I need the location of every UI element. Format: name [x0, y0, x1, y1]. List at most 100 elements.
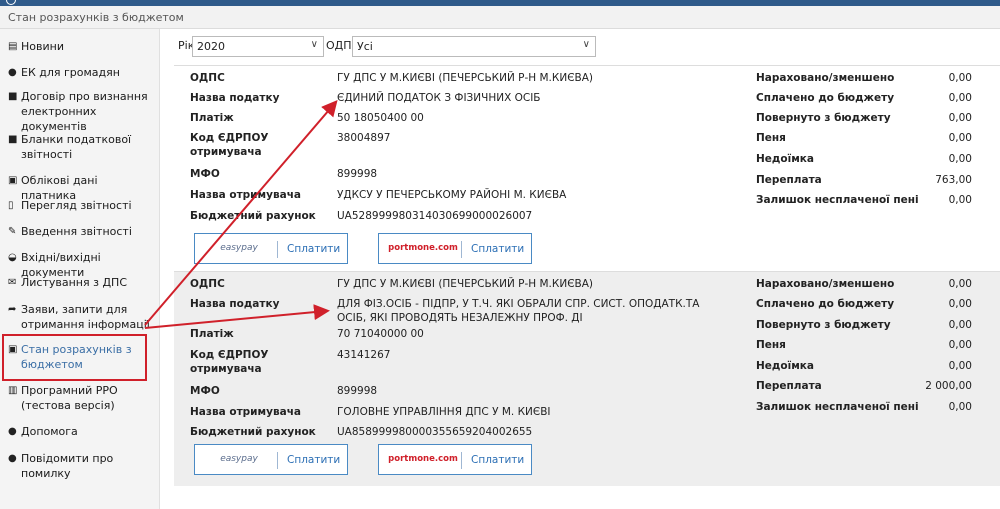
overpayment-label: Переплата	[756, 380, 822, 392]
sidebar-item-label: Заяви, запити для отримання інформації	[21, 303, 150, 331]
sidebar-item-help[interactable]: ● Допомога	[8, 424, 150, 439]
divider	[461, 241, 462, 258]
chevron-down-icon: ∨	[310, 39, 318, 50]
mfo-label: МФО	[190, 168, 220, 180]
returned-value: 0,00	[948, 319, 972, 331]
tax-record-card: ОДПС ГУ ДПС У М.КИЄВІ (ПЕЧЕРСЬКИЙ Р-Н М.…	[174, 65, 1000, 271]
paid-value: 0,00	[948, 92, 972, 104]
overpayment-value: 763,00	[935, 174, 972, 186]
newspaper-icon: ▤	[8, 41, 18, 52]
page-title: Стан розрахунків з бюджетом	[8, 11, 184, 24]
penalty-value: 0,00	[948, 339, 972, 351]
returned-label: Повернуто з бюджету	[756, 112, 891, 124]
sidebar-item-news[interactable]: ▤ Новини	[8, 39, 150, 54]
sidebar-item-label: Програмний РРО (тестова версія)	[21, 384, 118, 412]
user-icon: ●	[8, 67, 17, 78]
sidebar-item-label: Допомога	[21, 425, 78, 438]
payment-label: Платіж	[190, 112, 234, 124]
odps-value: ГУ ДПС У М.КИЄВІ (ПЕЧЕРСЬКИЙ Р-Н М.КИЄВА…	[337, 278, 594, 290]
highlight-box	[2, 334, 147, 381]
odps-value: Усі	[357, 40, 373, 53]
edrpou-value: 43141267	[337, 349, 391, 361]
pay-button[interactable]: Сплатити	[471, 243, 524, 255]
sidebar-item-label: Договір про визнання електронних докумен…	[21, 90, 148, 133]
year-select[interactable]: 2020 ∨	[192, 36, 324, 57]
pay-button[interactable]: Сплатити	[287, 454, 340, 466]
info-icon: ●	[8, 453, 17, 464]
sidebar-item-forms[interactable]: ■ Бланки податкової звітності	[8, 132, 150, 162]
unpaid-penalty-value: 0,00	[948, 401, 972, 413]
penalty-value: 0,00	[948, 132, 972, 144]
edrpou-value: 38004897	[337, 132, 391, 144]
accrued-value: 0,00	[948, 278, 972, 290]
recipient-value: УДКСУ У ПЕЧЕРСЬКОМУ РАЙОНІ М. КИЄВА	[337, 189, 567, 201]
divider	[277, 241, 278, 258]
penalty-label: Пеня	[756, 339, 786, 351]
odps-label: ОДПС	[190, 72, 225, 84]
arrears-label: Недоїмка	[756, 153, 814, 165]
accrued-label: Нараховано/зменшено	[756, 72, 895, 84]
pay-button[interactable]: Сплатити	[471, 454, 524, 466]
recipient-value: ГОЛОВНЕ УПРАВЛІННЯ ДПС У М. КИЄВІ	[337, 406, 551, 418]
recipient-label: Назва отримувача	[190, 189, 301, 201]
sidebar-item-enter-reports[interactable]: ✎ Введення звітності	[8, 224, 150, 239]
sidebar-item-report-error[interactable]: ● Повідомити про помилку	[8, 451, 150, 481]
arrears-label: Недоїмка	[756, 360, 814, 372]
sidebar-item-label: ЕК для громадян	[21, 66, 120, 79]
portmone-pay-box[interactable]: portmone.com Сплатити	[378, 233, 532, 264]
sidebar-item-label: Бланки податкової звітності	[21, 133, 132, 161]
sidebar-item-correspondence[interactable]: ✉ Листування з ДПС	[8, 275, 150, 290]
sidebar-item-label: Новини	[21, 40, 64, 53]
payment-value: 50 18050400 00	[337, 112, 424, 124]
account-value: UA858999980000355659204002655	[337, 426, 533, 438]
tax-record-card: ОДПС ГУ ДПС У М.КИЄВІ (ПЕЧЕРСЬКИЙ Р-Н М.…	[174, 271, 1000, 486]
portmone-pay-box[interactable]: portmone.com Сплатити	[378, 444, 532, 475]
easypay-pay-box[interactable]: easypay Сплатити	[194, 444, 348, 475]
sidebar-item-agreement[interactable]: ■ Договір про визнання електронних докуме…	[8, 89, 150, 134]
sidebar-item-label: Повідомити про помилку	[21, 452, 114, 480]
odps-label: ОДПС	[190, 278, 225, 290]
sidebar-item-label: Перегляд звітності	[21, 199, 132, 212]
paid-label: Сплачено до бюджету	[756, 298, 895, 310]
mfo-label: МФО	[190, 385, 220, 397]
tax-name-label: Назва податку	[190, 92, 280, 104]
odps-select[interactable]: Усі ∨	[352, 36, 596, 57]
file-icon: ▯	[8, 200, 14, 211]
arrears-value: 0,00	[948, 360, 972, 372]
unpaid-penalty-value: 0,00	[948, 194, 972, 206]
edrpou-label: Код ЄДРПОУ отримувача	[190, 132, 269, 158]
overpayment-value: 2 000,00	[925, 380, 972, 392]
book-icon: ■	[8, 134, 18, 145]
easypay-pay-box[interactable]: easypay Сплатити	[194, 233, 348, 264]
year-value: 2020	[197, 40, 225, 53]
sidebar-item-prro[interactable]: ▥ Програмний РРО (тестова версія)	[8, 383, 150, 413]
share-icon: ➦	[8, 304, 17, 315]
tax-name-value: ЄДИНИЙ ПОДАТОК З ФІЗИЧНИХ ОСІБ	[337, 92, 541, 104]
portmone-logo: portmone.com	[388, 454, 458, 464]
sidebar-item-requests[interactable]: ➦ Заяви, запити для отримання інформації	[8, 302, 150, 332]
tax-name-label: Назва податку	[190, 298, 280, 310]
mfo-value: 899998	[337, 168, 378, 180]
document-icon: ■	[8, 91, 18, 102]
accrued-label: Нараховано/зменшено	[756, 278, 895, 290]
sidebar: ▤ Новини ● ЕК для громадян ■ Договір про ви…	[0, 29, 160, 509]
divider	[277, 452, 278, 469]
printer-icon: ▥	[8, 385, 18, 396]
unpaid-penalty-label: Залишок несплаченої пені	[756, 401, 919, 413]
accrued-value: 0,00	[948, 72, 972, 84]
main-content: Рік 2020 ∨ ОДПС Усі ∨ ОДПС ГУ ДПС У М.КИ…	[172, 34, 1000, 509]
sidebar-item-ek[interactable]: ● ЕК для громадян	[8, 65, 150, 80]
sidebar-item-view-reports[interactable]: ▯ Перегляд звітності	[8, 198, 150, 213]
divider	[461, 452, 462, 469]
recipient-label: Назва отримувача	[190, 406, 301, 418]
unpaid-penalty-label: Залишок несплаченої пені	[756, 194, 919, 206]
filter-bar: Рік 2020 ∨ ОДПС Усі ∨	[172, 34, 1000, 58]
sidebar-item-label: Введення звітності	[21, 225, 132, 238]
returned-value: 0,00	[948, 112, 972, 124]
paid-value: 0,00	[948, 298, 972, 310]
returned-label: Повернуто з бюджету	[756, 319, 891, 331]
easypay-logo: easypay	[220, 454, 258, 464]
arrears-value: 0,00	[948, 153, 972, 165]
portmone-logo: portmone.com	[388, 243, 458, 253]
pay-button[interactable]: Сплатити	[287, 243, 340, 255]
